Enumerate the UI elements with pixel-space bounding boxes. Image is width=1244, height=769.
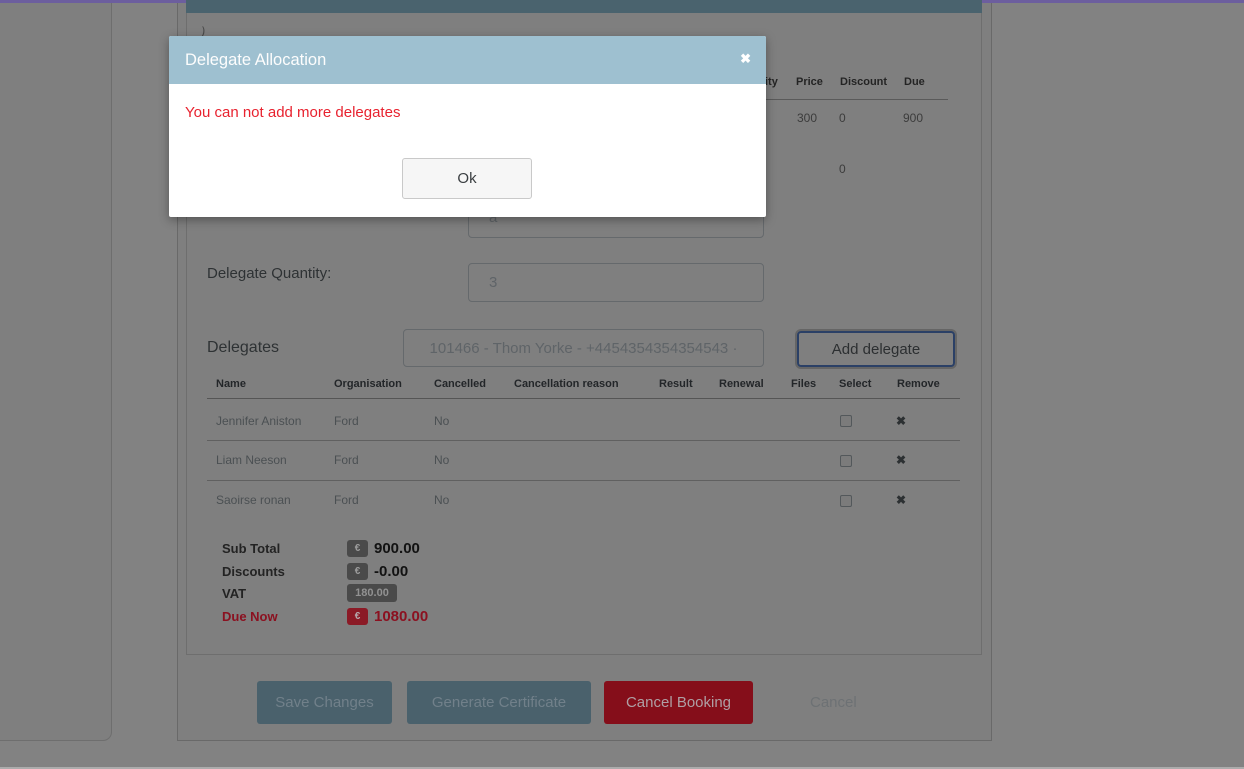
delegate-quantity-label: Delegate Quantity: bbox=[207, 265, 331, 282]
add-delegate-button[interactable]: Add delegate bbox=[797, 331, 955, 367]
summary-header-discount: Discount bbox=[840, 76, 887, 88]
remove-icon[interactable]: ✖ bbox=[896, 414, 906, 428]
modal-error-message: You can not add more delegates bbox=[185, 104, 400, 121]
modal-title: Delegate Allocation bbox=[185, 51, 326, 70]
summary-discount-value-2: 0 bbox=[839, 162, 846, 176]
summary-discount-value: 0 bbox=[839, 111, 846, 125]
euro-badge: € bbox=[347, 540, 368, 557]
summary-header-quantity: ity bbox=[765, 76, 778, 88]
col-header-files: Files bbox=[791, 378, 816, 390]
row-organisation: Ford bbox=[334, 414, 359, 428]
euro-badge: € bbox=[347, 563, 368, 580]
summary-price-value: 300 bbox=[797, 111, 817, 125]
vat-badge: 180.00 bbox=[347, 584, 397, 602]
delegate-select[interactable]: 101466 - Thom Yorke - +4454354354354543 … bbox=[403, 329, 764, 367]
due-now-value: 1080.00 bbox=[374, 608, 428, 625]
generate-certificate-button[interactable]: Generate Certificate bbox=[407, 681, 591, 724]
close-icon[interactable]: ✖ bbox=[740, 51, 751, 67]
select-checkbox[interactable] bbox=[840, 415, 852, 427]
delegates-label: Delegates bbox=[207, 339, 279, 357]
row-cancelled: No bbox=[434, 414, 449, 428]
summary-due-value: 900 bbox=[903, 111, 923, 125]
cancel-link[interactable]: Cancel bbox=[810, 694, 857, 711]
sub-total-value: 900.00 bbox=[374, 540, 420, 557]
remove-icon[interactable]: ✖ bbox=[896, 493, 906, 507]
col-header-result: Result bbox=[659, 378, 693, 390]
summary-header-price: Price bbox=[796, 76, 823, 88]
save-changes-button[interactable]: Save Changes bbox=[257, 681, 392, 724]
row-name: Liam Neeson bbox=[216, 453, 287, 467]
remove-icon[interactable]: ✖ bbox=[896, 453, 906, 467]
col-header-organisation: Organisation bbox=[334, 378, 402, 390]
col-header-cancelled: Cancelled bbox=[434, 378, 486, 390]
row-name: Jennifer Aniston bbox=[216, 414, 301, 428]
col-header-renewal: Renewal bbox=[719, 378, 764, 390]
row-cancelled: No bbox=[434, 453, 449, 467]
delegate-allocation-modal: Delegate Allocation ✖ You can not add mo… bbox=[169, 36, 766, 217]
col-header-select: Select bbox=[839, 378, 871, 390]
discounts-value: -0.00 bbox=[374, 563, 408, 580]
col-header-cancellation-reason: Cancellation reason bbox=[514, 378, 619, 390]
table-header-divider bbox=[207, 398, 960, 399]
col-header-remove: Remove bbox=[897, 378, 940, 390]
row-organisation: Ford bbox=[334, 453, 359, 467]
select-checkbox[interactable] bbox=[840, 455, 852, 467]
left-sidebar-panel bbox=[0, 0, 112, 741]
due-now-label: Due Now bbox=[222, 609, 278, 624]
delegate-quantity-input[interactable]: 3 bbox=[468, 263, 764, 302]
col-header-name: Name bbox=[216, 378, 246, 390]
summary-header-due: Due bbox=[904, 76, 925, 88]
row-cancelled: No bbox=[434, 493, 449, 507]
row-organisation: Ford bbox=[334, 493, 359, 507]
table-row-divider bbox=[207, 480, 960, 481]
discounts-label: Discounts bbox=[222, 564, 285, 579]
table-row-divider bbox=[207, 440, 960, 441]
select-checkbox[interactable] bbox=[840, 495, 852, 507]
sub-total-label: Sub Total bbox=[222, 541, 280, 556]
row-name: Saoirse ronan bbox=[216, 493, 291, 507]
ok-button[interactable]: Ok bbox=[402, 158, 532, 199]
vat-label: VAT bbox=[222, 586, 246, 601]
euro-badge-red: € bbox=[347, 608, 368, 625]
panel-header-bar bbox=[186, 0, 982, 13]
cancel-booking-button[interactable]: Cancel Booking bbox=[604, 681, 753, 724]
